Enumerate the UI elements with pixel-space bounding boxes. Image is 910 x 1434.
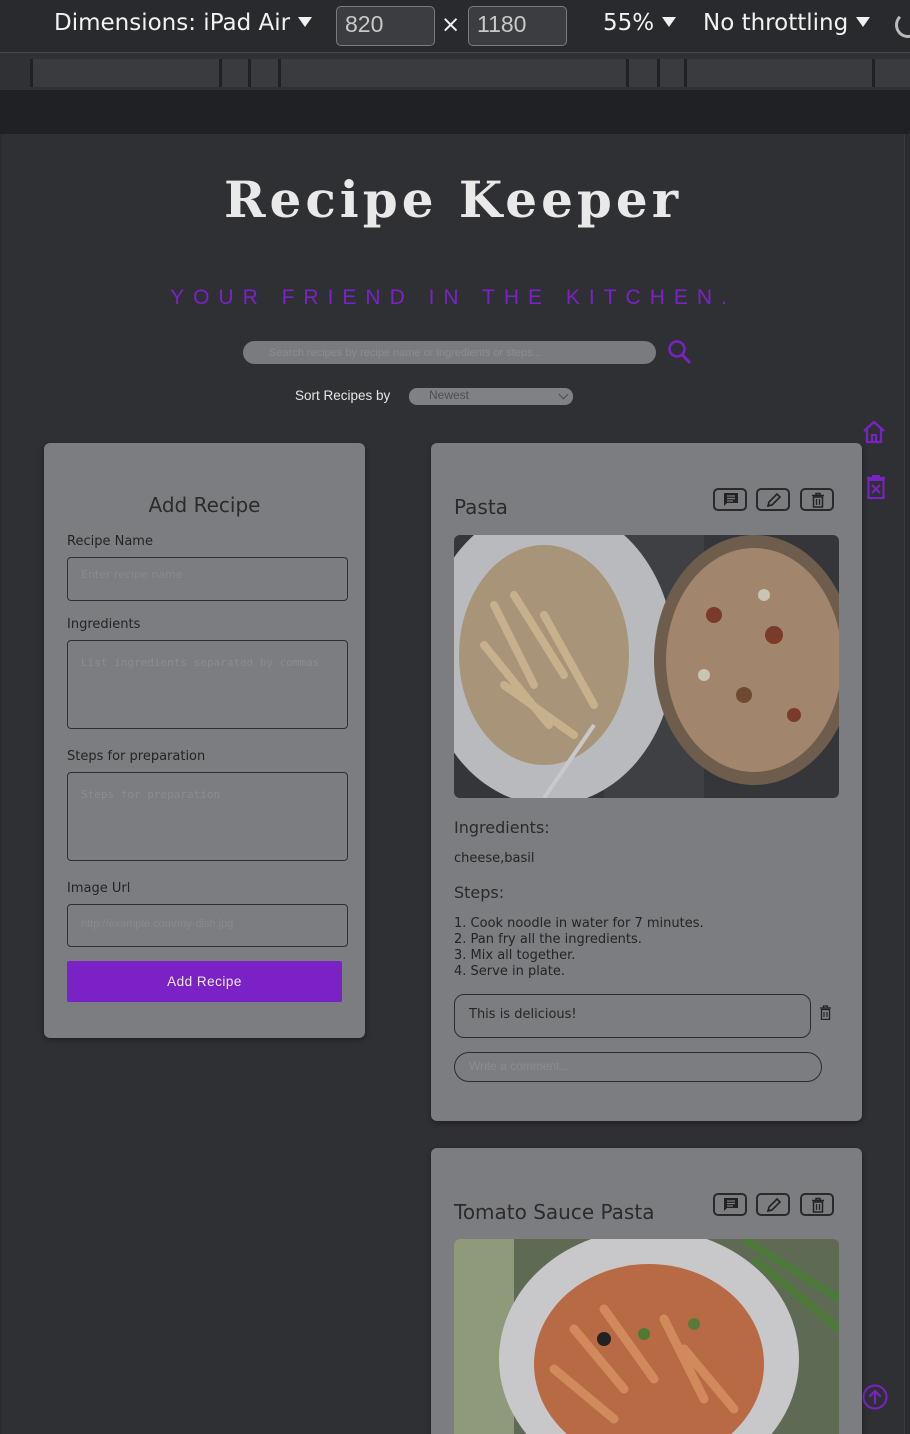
- search-icon[interactable]: [667, 339, 691, 365]
- trash-icon: [812, 492, 824, 508]
- steps-label: Steps for preparation: [67, 749, 206, 764]
- media-query-segment[interactable]: [278, 59, 626, 87]
- image-url-input[interactable]: http://example.com/my-dish.jpg: [67, 904, 348, 947]
- steps-placeholder: Steps for preparation: [81, 788, 221, 801]
- search-input[interactable]: [243, 341, 656, 364]
- sort-select[interactable]: Newest: [409, 388, 573, 405]
- throttling-label: No throttling: [703, 10, 849, 36]
- media-query-segment[interactable]: [684, 59, 873, 87]
- comment-text: This is delicious!: [469, 1007, 577, 1022]
- viewport-width-input[interactable]: 820: [336, 6, 435, 46]
- rotate-icon[interactable]: [895, 12, 910, 38]
- page-tagline: YOUR FRIEND IN THE KITCHEN.: [170, 286, 736, 309]
- media-query-bar: [0, 53, 910, 90]
- recipe-title: Tomato Sauce Pasta: [454, 1200, 655, 1224]
- recipe-image: [454, 1239, 839, 1434]
- delete-button[interactable]: [800, 488, 834, 511]
- recipe-card: Pasta Ingredients: cheese,basil Steps: 1…: [431, 443, 862, 1121]
- media-query-segment[interactable]: [30, 59, 219, 87]
- sort-label: Sort Recipes by: [295, 388, 391, 403]
- media-query-segment[interactable]: [657, 59, 685, 87]
- comment-placeholder: Write a comment...: [469, 1059, 570, 1073]
- step-item: 1. Cook noodle in water for 7 minutes.: [454, 916, 704, 931]
- chevron-down-icon: [558, 389, 569, 400]
- ingredients-textarea[interactable]: List ingredients separated by commas: [67, 640, 348, 729]
- comment-button[interactable]: [713, 488, 747, 511]
- zoom-label: 55%: [603, 10, 655, 36]
- comment-item: This is delicious!: [454, 994, 811, 1038]
- delete-comment-icon[interactable]: [819, 1005, 832, 1020]
- steps-heading: Steps:: [454, 883, 505, 902]
- add-recipe-form: Add Recipe Recipe Name Enter recipe name…: [44, 443, 365, 1038]
- page-viewport: Recipe Keeper YOUR FRIEND IN THE KITCHEN…: [2, 134, 905, 1434]
- sort-selected-value: Newest: [429, 388, 470, 402]
- recipe-card: Tomato Sauce Pasta: [431, 1148, 862, 1434]
- steps-textarea[interactable]: Steps for preparation: [67, 772, 348, 861]
- scroll-to-top-icon[interactable]: [862, 1384, 888, 1410]
- image-url-placeholder: http://example.com/my-dish.jpg: [81, 918, 234, 930]
- ingredients-placeholder: List ingredients separated by commas: [81, 656, 320, 669]
- edit-button[interactable]: [756, 488, 790, 511]
- page-title: Recipe Keeper: [223, 170, 683, 229]
- comment-input[interactable]: Write a comment...: [454, 1052, 822, 1082]
- edit-button[interactable]: [756, 1193, 790, 1216]
- comment-button[interactable]: [713, 1193, 747, 1216]
- throttling-dropdown[interactable]: No throttling: [703, 10, 871, 36]
- comment-icon: [724, 493, 738, 506]
- trash-icon: [812, 1197, 824, 1213]
- recipe-title: Pasta: [454, 495, 508, 519]
- media-query-segment[interactable]: [626, 59, 657, 87]
- dimension-separator: ×: [441, 12, 461, 38]
- recipe-name-placeholder: Enter recipe name: [81, 568, 183, 581]
- ingredients-heading: Ingredients:: [454, 818, 550, 837]
- recipe-name-input[interactable]: Enter recipe name: [67, 557, 348, 601]
- media-query-segment[interactable]: [248, 59, 279, 87]
- steps-list: 1. Cook noodle in water for 7 minutes. 2…: [454, 916, 704, 980]
- chevron-down-icon: [662, 16, 677, 27]
- chevron-down-icon: [298, 16, 313, 27]
- media-query-segment[interactable]: [872, 59, 910, 87]
- recipe-name-label: Recipe Name: [67, 534, 153, 549]
- pencil-icon: [766, 492, 782, 508]
- devtools-device-toolbar: Dimensions: iPad Air 820 × 1180 55% No t…: [0, 0, 910, 53]
- device-dimensions-label: Dimensions: iPad Air: [54, 10, 291, 36]
- devtools-spacer: [0, 90, 910, 134]
- ingredients-label: Ingredients: [67, 617, 141, 632]
- step-item: 4. Serve in plate.: [454, 964, 565, 979]
- viewport-height-input[interactable]: 1180: [468, 6, 567, 46]
- zoom-dropdown[interactable]: 55%: [603, 10, 677, 36]
- chevron-down-icon: [856, 16, 871, 27]
- form-title: Add Recipe: [148, 493, 261, 517]
- media-query-segment[interactable]: [219, 59, 248, 87]
- step-item: 2. Pan fry all the ingredients.: [454, 932, 642, 947]
- clear-trash-icon[interactable]: [863, 474, 889, 500]
- image-url-label: Image Url: [67, 881, 131, 896]
- add-recipe-button[interactable]: Add Recipe: [67, 961, 342, 1002]
- step-item: 3. Mix all together.: [454, 948, 576, 963]
- home-icon[interactable]: [861, 419, 887, 445]
- device-dimensions-dropdown[interactable]: Dimensions: iPad Air: [54, 10, 313, 36]
- pencil-icon: [766, 1197, 782, 1213]
- comment-icon: [724, 1198, 738, 1211]
- delete-button[interactable]: [800, 1193, 834, 1216]
- recipe-image: [454, 535, 839, 798]
- ingredients-text: cheese,basil: [454, 851, 535, 866]
